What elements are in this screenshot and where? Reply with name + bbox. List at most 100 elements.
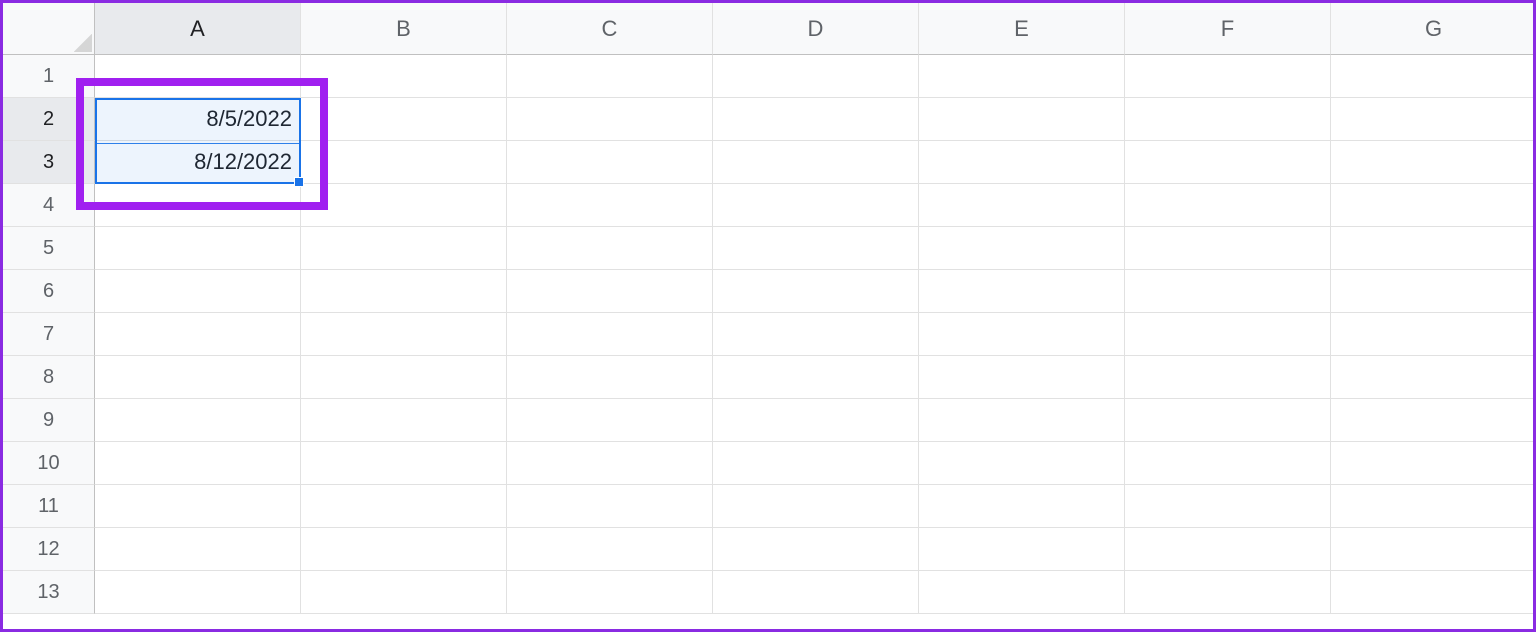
cell-G13[interactable] — [1331, 571, 1536, 614]
spreadsheet-grid[interactable]: A B C D E F G 1 2 8/5/2022 3 8/12/2022 4… — [3, 3, 1533, 629]
cell-B12[interactable] — [301, 528, 507, 571]
cell-F10[interactable] — [1125, 442, 1331, 485]
cell-A6[interactable] — [95, 270, 301, 313]
cell-B6[interactable] — [301, 270, 507, 313]
row-header-7[interactable]: 7 — [3, 313, 95, 356]
cell-C5[interactable] — [507, 227, 713, 270]
col-header-G[interactable]: G — [1331, 3, 1536, 55]
row-header-9[interactable]: 9 — [3, 399, 95, 442]
row-header-13[interactable]: 13 — [3, 571, 95, 614]
row-header-4[interactable]: 4 — [3, 184, 95, 227]
cell-A11[interactable] — [95, 485, 301, 528]
cell-F8[interactable] — [1125, 356, 1331, 399]
cell-E2[interactable] — [919, 98, 1125, 141]
cell-C1[interactable] — [507, 55, 713, 98]
cell-B2[interactable] — [301, 98, 507, 141]
cell-D8[interactable] — [713, 356, 919, 399]
cell-G3[interactable] — [1331, 141, 1536, 184]
cell-B8[interactable] — [301, 356, 507, 399]
cell-B9[interactable] — [301, 399, 507, 442]
cell-F2[interactable] — [1125, 98, 1331, 141]
cell-B11[interactable] — [301, 485, 507, 528]
cell-G4[interactable] — [1331, 184, 1536, 227]
cell-G12[interactable] — [1331, 528, 1536, 571]
cell-E4[interactable] — [919, 184, 1125, 227]
cell-D5[interactable] — [713, 227, 919, 270]
row-header-3[interactable]: 3 — [3, 141, 95, 184]
cell-A13[interactable] — [95, 571, 301, 614]
cell-C13[interactable] — [507, 571, 713, 614]
cell-F11[interactable] — [1125, 485, 1331, 528]
cell-G10[interactable] — [1331, 442, 1536, 485]
cell-A12[interactable] — [95, 528, 301, 571]
cell-B1[interactable] — [301, 55, 507, 98]
cell-B5[interactable] — [301, 227, 507, 270]
cell-B13[interactable] — [301, 571, 507, 614]
row-header-10[interactable]: 10 — [3, 442, 95, 485]
cell-B10[interactable] — [301, 442, 507, 485]
cell-C8[interactable] — [507, 356, 713, 399]
cell-F7[interactable] — [1125, 313, 1331, 356]
col-header-B[interactable]: B — [301, 3, 507, 55]
cell-D9[interactable] — [713, 399, 919, 442]
select-all-corner[interactable] — [3, 3, 95, 55]
cell-B4[interactable] — [301, 184, 507, 227]
cell-G6[interactable] — [1331, 270, 1536, 313]
cell-C7[interactable] — [507, 313, 713, 356]
cell-E9[interactable] — [919, 399, 1125, 442]
cell-E8[interactable] — [919, 356, 1125, 399]
cell-A5[interactable] — [95, 227, 301, 270]
cell-A2[interactable]: 8/5/2022 — [95, 98, 301, 141]
row-header-1[interactable]: 1 — [3, 55, 95, 98]
cell-G8[interactable] — [1331, 356, 1536, 399]
cell-A10[interactable] — [95, 442, 301, 485]
cell-F12[interactable] — [1125, 528, 1331, 571]
cell-F1[interactable] — [1125, 55, 1331, 98]
cell-A1[interactable] — [95, 55, 301, 98]
col-header-C[interactable]: C — [507, 3, 713, 55]
cell-A4[interactable] — [95, 184, 301, 227]
cell-G7[interactable] — [1331, 313, 1536, 356]
row-header-2[interactable]: 2 — [3, 98, 95, 141]
row-header-6[interactable]: 6 — [3, 270, 95, 313]
cell-E5[interactable] — [919, 227, 1125, 270]
cell-F5[interactable] — [1125, 227, 1331, 270]
cell-G11[interactable] — [1331, 485, 1536, 528]
cell-D7[interactable] — [713, 313, 919, 356]
col-header-D[interactable]: D — [713, 3, 919, 55]
cell-F13[interactable] — [1125, 571, 1331, 614]
cell-C6[interactable] — [507, 270, 713, 313]
cell-D13[interactable] — [713, 571, 919, 614]
cell-F3[interactable] — [1125, 141, 1331, 184]
cell-F4[interactable] — [1125, 184, 1331, 227]
cell-D2[interactable] — [713, 98, 919, 141]
cell-E11[interactable] — [919, 485, 1125, 528]
cell-C4[interactable] — [507, 184, 713, 227]
cell-D6[interactable] — [713, 270, 919, 313]
cell-F9[interactable] — [1125, 399, 1331, 442]
cell-C10[interactable] — [507, 442, 713, 485]
col-header-E[interactable]: E — [919, 3, 1125, 55]
cell-G9[interactable] — [1331, 399, 1536, 442]
row-header-11[interactable]: 11 — [3, 485, 95, 528]
cell-E10[interactable] — [919, 442, 1125, 485]
col-header-A[interactable]: A — [95, 3, 301, 55]
cell-D12[interactable] — [713, 528, 919, 571]
cell-A3[interactable]: 8/12/2022 — [95, 141, 301, 184]
cell-C11[interactable] — [507, 485, 713, 528]
cell-E3[interactable] — [919, 141, 1125, 184]
row-header-12[interactable]: 12 — [3, 528, 95, 571]
cell-E6[interactable] — [919, 270, 1125, 313]
cell-C2[interactable] — [507, 98, 713, 141]
cell-G5[interactable] — [1331, 227, 1536, 270]
cell-E13[interactable] — [919, 571, 1125, 614]
cell-F6[interactable] — [1125, 270, 1331, 313]
cell-A9[interactable] — [95, 399, 301, 442]
cell-C9[interactable] — [507, 399, 713, 442]
cell-A7[interactable] — [95, 313, 301, 356]
row-header-8[interactable]: 8 — [3, 356, 95, 399]
col-header-F[interactable]: F — [1125, 3, 1331, 55]
cell-B7[interactable] — [301, 313, 507, 356]
row-header-5[interactable]: 5 — [3, 227, 95, 270]
cell-D11[interactable] — [713, 485, 919, 528]
